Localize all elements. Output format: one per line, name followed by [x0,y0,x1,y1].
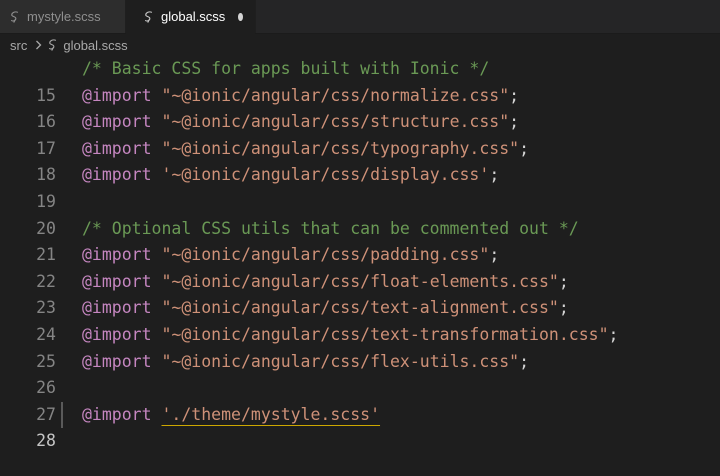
code-comment: /* Basic CSS for apps built with Ionic *… [82,59,490,78]
breadcrumb-file-label: global.scss [63,37,128,53]
code-line[interactable]: 21 /* Optional CSS utils that can be com… [0,216,720,265]
code-punctuation: ; [489,165,500,185]
code-keyword: @import [82,165,152,185]
code-punctuation: ; [558,298,569,318]
code-keyword: @import [82,112,152,132]
code-string: "~@ionic/angular/css/text-transformation… [161,324,609,344]
editor-tab-bar: mystyle.scss global.scss [0,0,720,34]
code-string: "~@ionic/angular/css/structure.css" [161,112,510,132]
code-string: '~@ionic/angular/css/display.css' [161,165,490,185]
code-line[interactable]: 25 @import "~@ionic/angular/css/text-tra… [0,322,720,371]
code-line[interactable]: 17 @import "~@ionic/angular/css/structur… [0,109,720,158]
code-line[interactable]: 23 @import "~@ionic/angular/css/float-el… [0,269,720,318]
code-keyword: @import [82,271,152,291]
code-string: "~@ionic/angular/css/typography.css" [161,138,520,158]
code-punctuation: ; [489,245,500,265]
tab-label: global.scss [161,9,226,24]
code-line[interactable]: 18 @import "~@ionic/angular/css/typograp… [0,136,720,185]
code-punctuation: ; [519,351,530,371]
code-keyword: @import [82,324,152,344]
tab-mystyle-scss[interactable]: mystyle.scss [0,0,126,33]
code-string: "~@ionic/angular/css/text-alignment.css" [161,298,559,318]
code-line[interactable]: 27 [0,375,720,424]
sass-file-icon [47,39,58,51]
breadcrumb-file[interactable]: global.scss [47,37,128,53]
code-line[interactable]: 26 @import "~@ionic/angular/css/flex-uti… [0,349,720,398]
sass-file-icon [9,10,20,23]
unsaved-changes-dot-icon[interactable] [238,12,243,21]
code-line[interactable]: 15 /* Basic CSS for apps built with Ioni… [0,56,720,105]
code-line[interactable]: 20 [0,189,720,238]
code-punctuation: ; [509,112,520,132]
tab-global-scss[interactable]: global.scss [126,0,256,34]
code-string: "~@ionic/angular/css/normalize.css" [161,85,510,105]
code-string: "~@ionic/angular/css/float-elements.css" [161,271,559,291]
tab-label: mystyle.scss [27,9,101,24]
code-string: "~@ionic/angular/css/flex-utils.css" [161,351,520,371]
chevron-right-icon [31,40,45,50]
breadcrumb: src global.scss [0,34,720,56]
code-line-current[interactable]: 28 @import './theme/mystyle.scss' [0,401,720,450]
code-string-warning: './theme/mystyle.scss' [161,404,381,424]
code-keyword: @import [82,351,152,371]
code-punctuation: ; [558,271,569,291]
breadcrumb-folder[interactable]: src [10,38,27,53]
code-keyword: @import [82,404,152,424]
line-number: 28 [36,431,56,451]
code-keyword: @import [82,298,152,318]
code-comment: /* Optional CSS utils that can be commen… [82,218,579,238]
code-keyword: @import [82,245,152,265]
code-line[interactable]: 16 @import "~@ionic/angular/css/normaliz… [0,83,720,132]
code-keyword: @import [82,85,152,105]
code-keyword: @import [82,138,152,158]
code-punctuation: ; [509,85,520,105]
code-punctuation: ; [519,138,530,158]
code-line[interactable]: 24 @import "~@ionic/angular/css/text-ali… [0,295,720,344]
code-punctuation: ; [608,324,619,344]
code-line[interactable]: 19 @import '~@ionic/angular/css/display.… [0,162,720,211]
sass-file-icon [144,10,154,23]
code-line[interactable]: 22 @import "~@ionic/angular/css/padding.… [0,242,720,291]
code-string: "~@ionic/angular/css/padding.css" [161,245,490,265]
code-editor[interactable]: 15 /* Basic CSS for apps built with Ioni… [0,56,720,476]
text-cursor [61,401,63,428]
